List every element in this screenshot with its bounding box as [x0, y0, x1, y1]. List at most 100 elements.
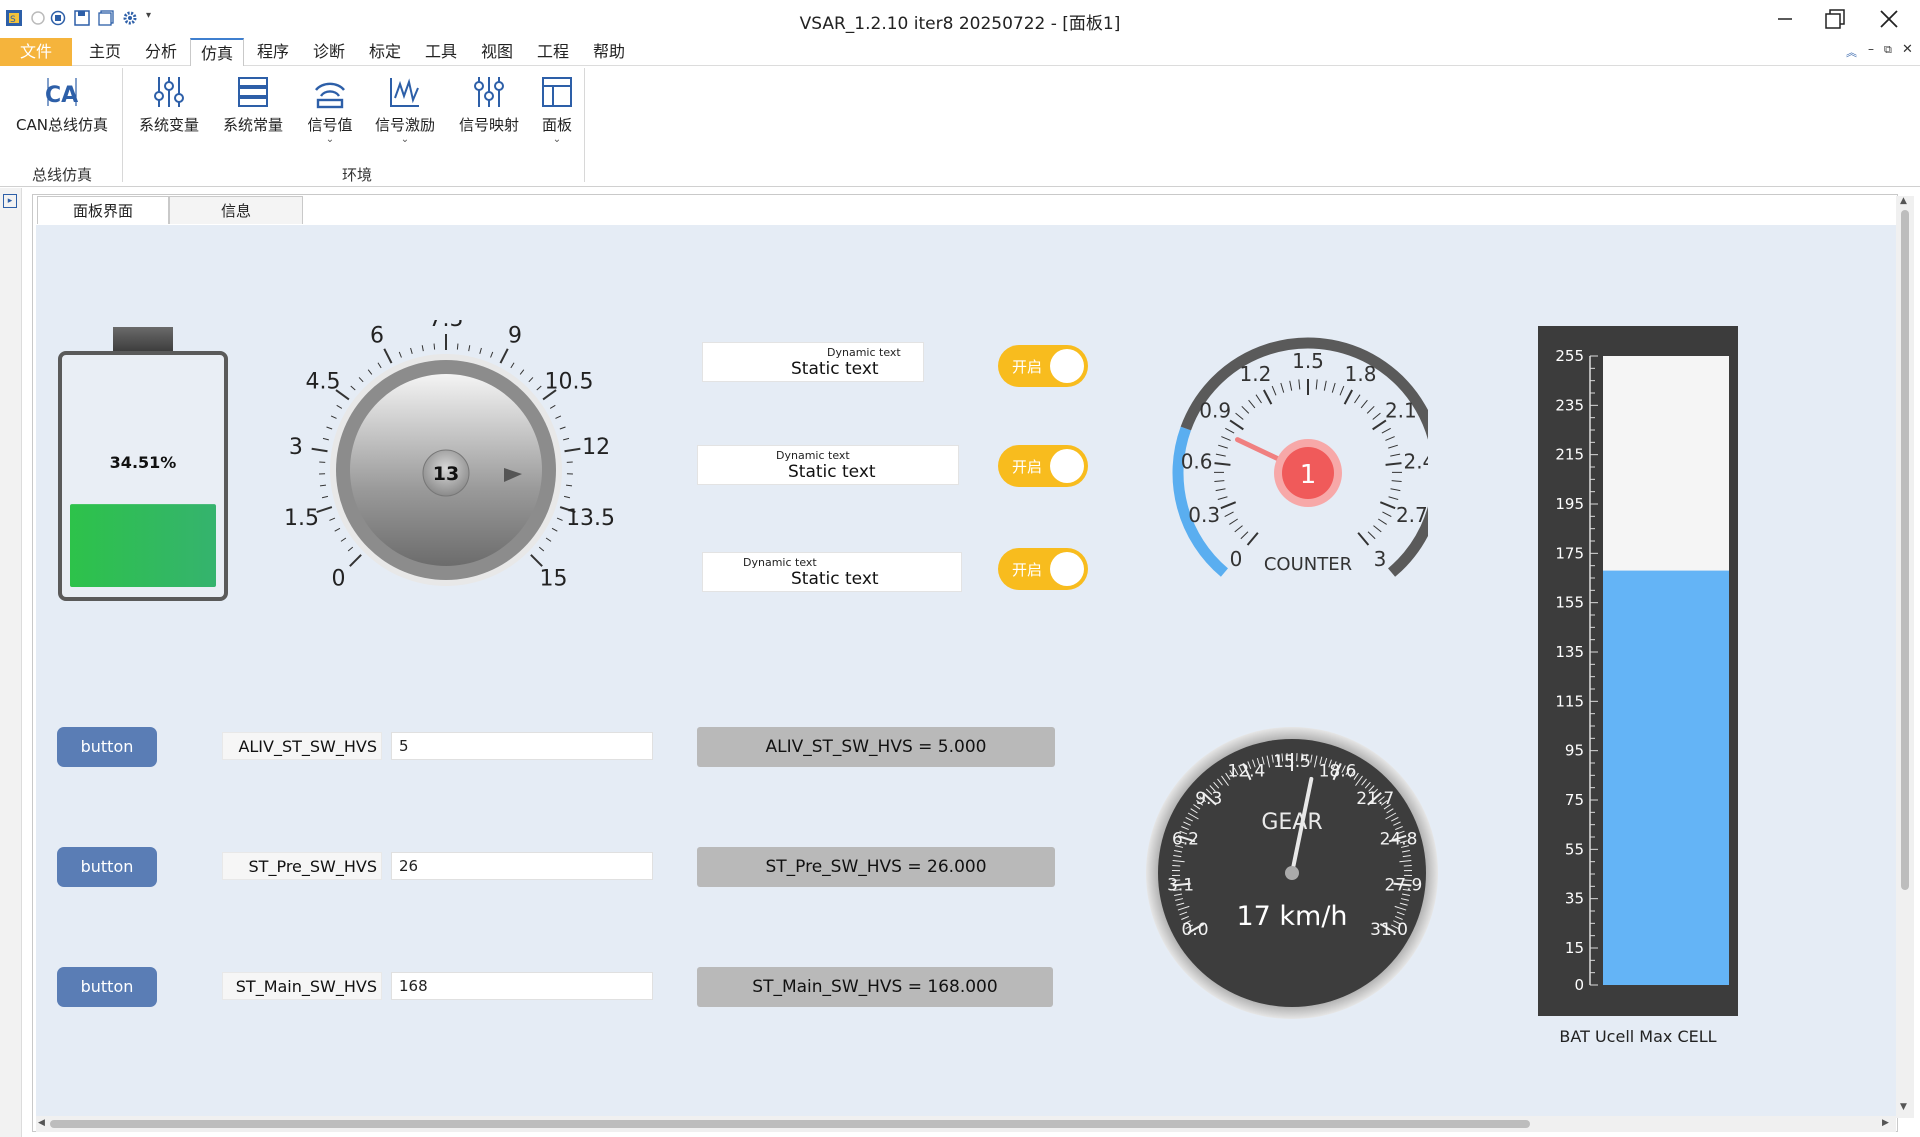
can-bus-simulation-button[interactable]: CAN CAN总线仿真 [10, 74, 114, 135]
counter-minor-tick [1331, 382, 1336, 393]
signal-mapping-button[interactable]: 信号映射 [454, 74, 524, 135]
knob-minor-tick [410, 347, 413, 354]
rotary-knob[interactable]: 0 1.5 3 4.5 6 7.5 9 10.5 12 13.5 15 13 [284, 307, 616, 624]
button-st-pre[interactable]: button [57, 847, 157, 887]
counter-minor-tick [1390, 453, 1401, 457]
var-input-aliv[interactable]: 5 [391, 732, 653, 760]
mdi-minimize-icon[interactable]: – [1868, 42, 1874, 56]
dynamic-text: Dynamic text [776, 449, 850, 462]
gear-tick-label: 6.2 [1172, 829, 1199, 849]
menu-program[interactable]: 程序 [248, 38, 298, 66]
signal-stimulus-button[interactable]: 信号激励 ⌄ [368, 74, 442, 145]
var-input-st-pre[interactable]: 26 [391, 852, 653, 880]
knob-minor-tick [559, 426, 566, 430]
bar-meter-tick-label: 135 [1555, 643, 1584, 661]
counter-major-tick [1246, 532, 1259, 546]
button-aliv[interactable]: button [57, 727, 157, 767]
bar-meter-tick-label: 95 [1565, 742, 1584, 760]
counter-major-tick [1357, 532, 1370, 546]
chevron-down-icon: ⌄ [325, 134, 335, 145]
var-label-st-main: ST_Main_SW_HVS [222, 972, 382, 1000]
restore-button[interactable] [1812, 0, 1858, 38]
counter-minor-tick [1381, 427, 1391, 434]
title-bar: S ▾ VSAR_1.2.10 iter8 20250722 - [面板1] [0, 0, 1920, 38]
system-variables-button[interactable]: 系统变量 [134, 74, 204, 135]
menu-project[interactable]: 工程 [528, 38, 578, 66]
scroll-right-icon[interactable]: ▶ [1882, 1118, 1889, 1128]
var-display-aliv: ALIV_ST_SW_HVS = 5.000 [697, 727, 1055, 767]
scroll-down-icon[interactable]: ▼ [1900, 1102, 1907, 1112]
knob-tick-label: 12 [582, 435, 610, 460]
mdi-restore-icon[interactable]: ⧉ [1884, 43, 1892, 57]
var-input-st-main[interactable]: 168 [391, 972, 653, 1000]
counter-minor-tick [1271, 385, 1277, 396]
menu-home[interactable]: 主页 [80, 38, 130, 66]
counter-major-tick [1372, 419, 1387, 431]
knob-minor-tick [322, 437, 329, 441]
counter-minor-tick [1240, 531, 1249, 540]
vertical-scrollbar[interactable]: ▲ ▼ [1896, 196, 1914, 1118]
scroll-up-icon[interactable]: ▲ [1900, 196, 1907, 206]
knob-tick-label: 0 [332, 566, 346, 591]
tab-info[interactable]: 信息 [169, 196, 303, 224]
menu-file[interactable]: 文件 [0, 38, 72, 66]
menu-help[interactable]: 帮助 [584, 38, 634, 66]
tab-panel-view[interactable]: 面板界面 [37, 196, 169, 224]
knob-tick-label: 1.5 [286, 506, 319, 531]
sliders-map-icon [471, 74, 507, 110]
knob-major-tick [530, 554, 543, 567]
battery-percent-text: 34.51% [110, 453, 177, 472]
menu-calibration[interactable]: 标定 [360, 38, 410, 66]
system-constants-button[interactable]: 系统常量 [218, 74, 288, 135]
var-display-st-pre: ST_Pre_SW_HVS = 26.000 [697, 847, 1055, 887]
knob-minor-tick [536, 385, 542, 391]
var-label-aliv: ALIV_ST_SW_HVS [222, 732, 382, 760]
counter-tick-label: 2.1 [1385, 398, 1417, 422]
menu-diagnostics[interactable]: 诊断 [304, 38, 354, 66]
gear-tick-label: 15.5 [1273, 752, 1311, 772]
minimize-button[interactable] [1762, 0, 1808, 38]
horizontal-scroll-thumb[interactable] [50, 1120, 1530, 1128]
knob-minor-tick [551, 527, 558, 532]
gear-tick-label: 24.8 [1380, 829, 1418, 849]
knob-tick-label: 15 [539, 566, 567, 591]
signal-value-button[interactable]: 信号值 ⌄ [300, 74, 360, 145]
knob-minor-tick [367, 369, 373, 375]
knob-minor-tick [555, 415, 562, 419]
knob-value: 13 [433, 463, 459, 485]
window-title: VSAR_1.2.10 iter8 20250722 - [面板1] [799, 14, 1121, 34]
knob-minor-tick [549, 404, 556, 409]
bar-meter-fill [1603, 570, 1729, 985]
menu-view[interactable]: 视图 [472, 38, 522, 66]
knob-major-tick [311, 447, 328, 453]
counter-major-tick [1379, 501, 1396, 510]
knob-minor-tick [545, 537, 552, 542]
bar-meter-tick-label: 115 [1555, 692, 1584, 710]
panel-button[interactable]: 面板 ⌄ [534, 74, 580, 145]
vertical-scroll-thumb[interactable] [1901, 210, 1909, 890]
button-st-main[interactable]: button [57, 967, 157, 1007]
counter-minor-tick [1289, 380, 1293, 391]
toggle-switch[interactable]: 开启 [998, 548, 1088, 590]
horizontal-scrollbar[interactable]: ◀ ▶ [36, 1116, 1896, 1132]
menu-analysis[interactable]: 分析 [136, 38, 186, 66]
knob-minor-tick [490, 351, 494, 358]
scroll-left-icon[interactable]: ◀ [38, 1118, 45, 1128]
counter-minor-tick [1385, 436, 1395, 441]
expand-pane-icon[interactable]: ▸ [3, 194, 17, 208]
toggle-switch[interactable]: 开启 [998, 345, 1088, 387]
bar-meter-tick-label: 55 [1565, 840, 1584, 858]
menu-simulation[interactable]: 仿真 [190, 38, 244, 67]
knob-minor-tick [347, 546, 354, 552]
menu-tools[interactable]: 工具 [416, 38, 466, 66]
toggle-switch[interactable]: 开启 [998, 445, 1088, 487]
dynamic-text-widget: Dynamic text Static text [697, 445, 959, 485]
counter-minor-tick [1388, 444, 1398, 449]
counter-minor-tick [1221, 436, 1231, 441]
counter-minor-tick [1215, 488, 1226, 492]
close-button[interactable] [1866, 0, 1912, 38]
knob-tick-label: 3 [289, 435, 303, 460]
knob-minor-tick [538, 546, 545, 552]
collapse-ribbon-icon[interactable]: ︽ [1846, 44, 1857, 60]
mdi-close-icon[interactable]: ✕ [1902, 42, 1913, 57]
